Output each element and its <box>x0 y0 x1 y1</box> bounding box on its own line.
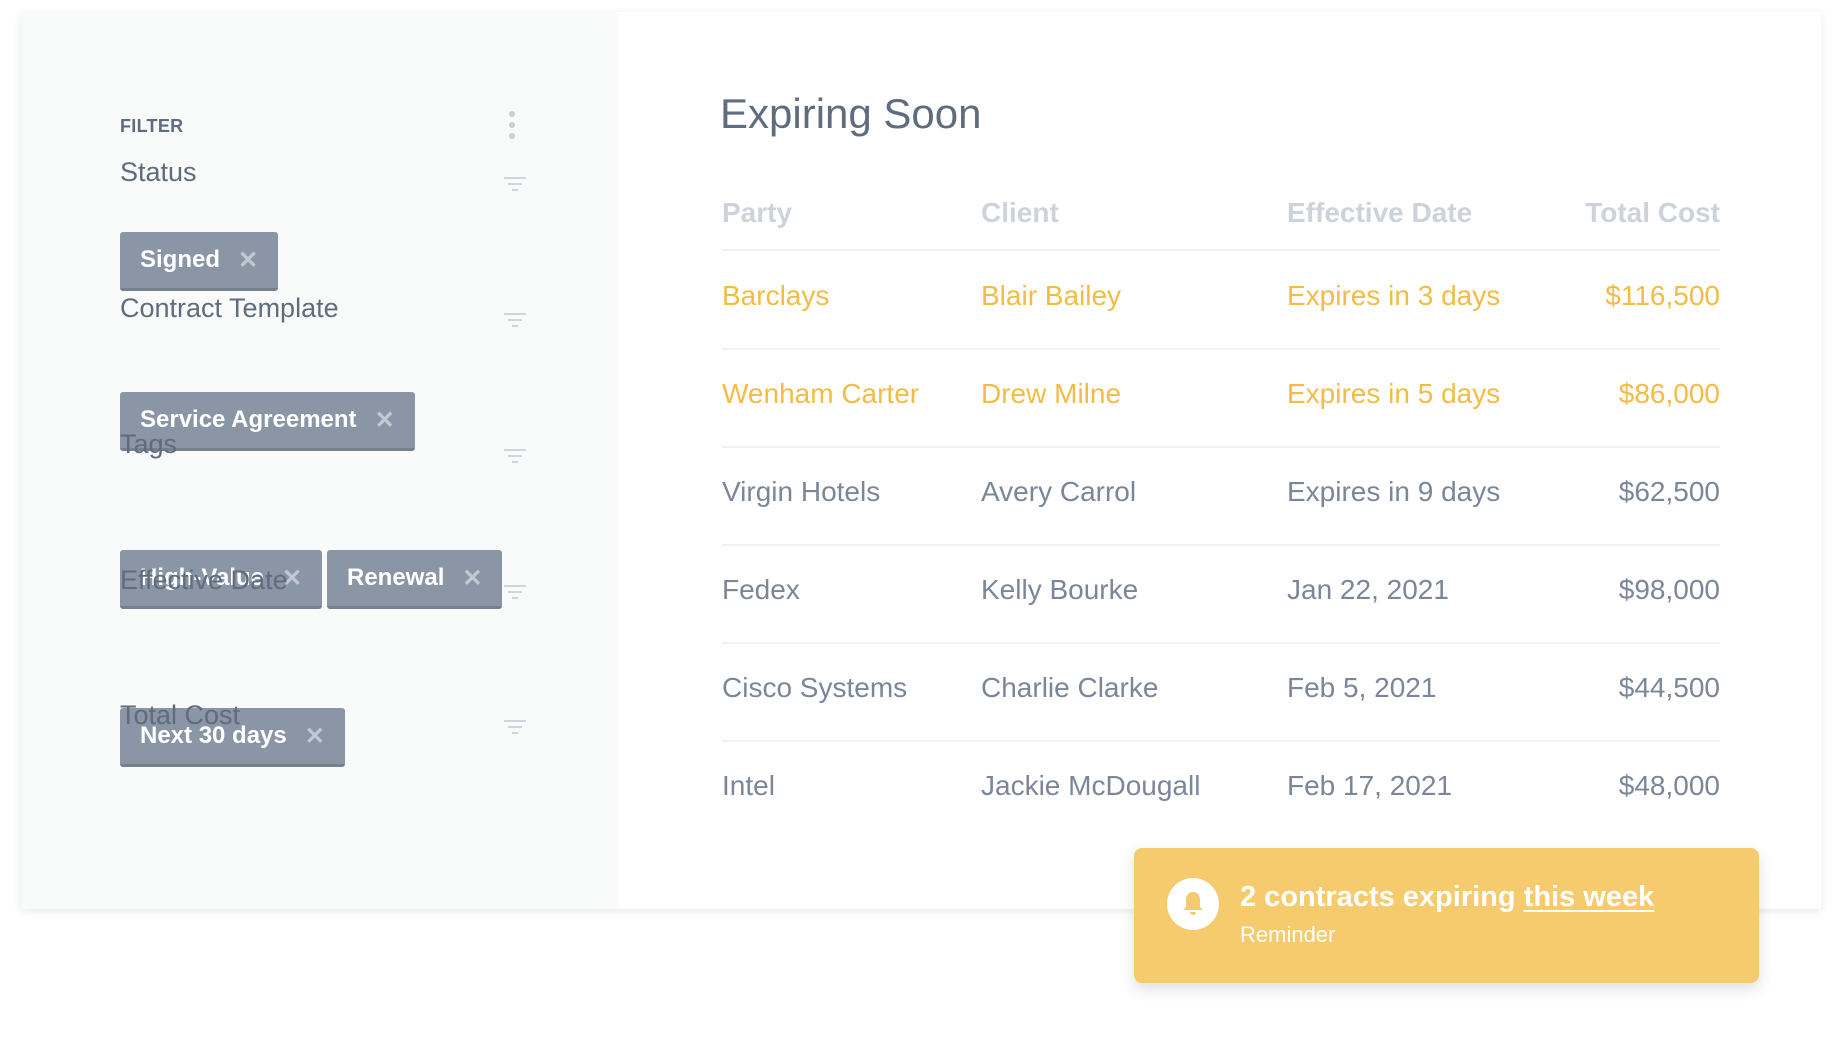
tag-label: Signed <box>140 246 221 273</box>
filter-tag: Signed ✕ <box>120 232 279 291</box>
cell-date[interactable]: Feb 17, 2021 <box>1287 770 1452 802</box>
cell-date[interactable]: Feb 5, 2021 <box>1287 672 1436 704</box>
toast-title: 2 contracts expiring this week <box>1240 881 1654 914</box>
filter-icon[interactable] <box>504 585 526 603</box>
cell-client[interactable]: Avery Carrol <box>981 476 1136 508</box>
cell-cost[interactable]: $44,500 <box>1619 672 1720 704</box>
cell-date[interactable]: Expires in 5 days <box>1287 378 1500 410</box>
filter-label-tags: Tags <box>120 429 178 459</box>
cell-party[interactable]: Barclays <box>722 280 829 312</box>
cell-client[interactable]: Jackie McDougall <box>981 770 1200 802</box>
cell-cost[interactable]: $98,000 <box>1619 574 1720 606</box>
bell-icon <box>1167 878 1219 930</box>
column-header[interactable]: Effective Date <box>1287 197 1472 229</box>
remove-tag-icon[interactable]: ✕ <box>238 246 258 275</box>
filter-tag: Renewal ✕ <box>327 550 503 609</box>
cell-date[interactable]: Jan 22, 2021 <box>1287 574 1449 606</box>
cell-cost[interactable]: $116,500 <box>1605 280 1720 312</box>
remove-tag-icon[interactable]: ✕ <box>462 564 482 593</box>
row-divider <box>722 544 1720 546</box>
cell-client[interactable]: Drew Milne <box>981 378 1121 410</box>
more-options-icon[interactable] <box>507 111 517 144</box>
cell-cost[interactable]: $48,000 <box>1619 770 1720 802</box>
column-header[interactable]: Client <box>981 197 1059 229</box>
this-week-link[interactable]: this week <box>1524 881 1655 913</box>
filter-icon[interactable] <box>504 177 526 195</box>
row-divider <box>722 642 1720 644</box>
cell-party[interactable]: Intel <box>722 770 775 802</box>
row-divider <box>722 348 1720 350</box>
filter-label-total-cost: Total Cost <box>120 700 241 730</box>
cell-date[interactable]: Expires in 9 days <box>1287 476 1500 508</box>
cell-party[interactable]: Wenham Carter <box>722 378 919 410</box>
filter-icon[interactable] <box>504 449 526 467</box>
column-header[interactable]: Party <box>722 197 792 229</box>
cell-cost[interactable]: $86,000 <box>1619 378 1720 410</box>
row-divider <box>722 740 1720 742</box>
contracts-card: FILTER Status Signed ✕ Contract Template Ser… <box>21 12 1821 909</box>
filter-sidebar: FILTER Status Signed ✕ Contract Template Ser… <box>21 12 618 909</box>
filter-icon[interactable] <box>504 313 526 331</box>
reminder-toast[interactable]: 2 contracts expiring this week Reminder <box>1134 848 1759 983</box>
filter-heading: FILTER <box>120 116 184 136</box>
remove-tag-icon[interactable]: ✕ <box>305 722 325 751</box>
divider <box>722 249 1720 251</box>
filter-label-effective-date: Effective Date <box>120 565 288 595</box>
filter-label-contract-template: Contract Template <box>120 293 339 323</box>
cell-cost[interactable]: $62,500 <box>1619 476 1720 508</box>
cell-party[interactable]: Virgin Hotels <box>722 476 880 508</box>
toast-title-text: 2 contracts expiring <box>1240 881 1524 913</box>
cell-client[interactable]: Charlie Clarke <box>981 672 1158 704</box>
column-header[interactable]: Total Cost <box>1585 197 1720 229</box>
cell-party[interactable]: Fedex <box>722 574 800 606</box>
row-divider <box>722 446 1720 448</box>
toast-subtitle: Reminder <box>1240 922 1336 947</box>
cell-client[interactable]: Blair Bailey <box>981 280 1121 312</box>
filter-label-status: Status <box>120 157 197 187</box>
cell-client[interactable]: Kelly Bourke <box>981 574 1138 606</box>
cell-date[interactable]: Expires in 3 days <box>1287 280 1500 312</box>
cell-party[interactable]: Cisco Systems <box>722 672 907 704</box>
tag-label: Renewal <box>347 564 445 591</box>
remove-tag-icon[interactable]: ✕ <box>375 406 395 435</box>
page-title: Expiring Soon <box>720 90 982 137</box>
filter-icon[interactable] <box>504 720 526 738</box>
